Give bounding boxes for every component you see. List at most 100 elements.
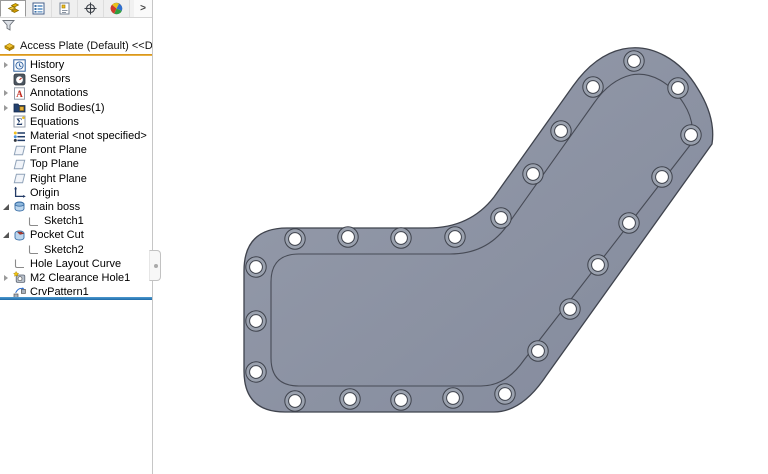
expand-arrow-icon[interactable]: [1, 58, 10, 72]
tree-item-sketch2[interactable]: Sketch2: [0, 242, 152, 256]
hole-bore[interactable]: [250, 315, 263, 328]
tree-item-label: Equations: [30, 116, 79, 128]
tree-item-equations[interactable]: Σ Equations: [0, 115, 152, 129]
propertymanager-tab-icon: [32, 2, 45, 15]
tab-displaymanager[interactable]: [104, 0, 130, 17]
tree-item-material[interactable]: Material <not specified>: [0, 129, 152, 143]
hole-bore[interactable]: [685, 129, 698, 142]
rollback-bar[interactable]: [0, 297, 152, 300]
tab-overflow-chevron[interactable]: >: [134, 0, 152, 17]
sketch-icon: [27, 243, 40, 256]
tree-item-m2-clearance-hole1[interactable]: M2 Clearance Hole1: [0, 271, 152, 285]
access-plate-model[interactable]: [244, 48, 713, 412]
hole-bore[interactable]: [395, 394, 408, 407]
hole-bore[interactable]: [395, 232, 408, 245]
hole-wizard-icon: [13, 271, 26, 284]
part-root-row[interactable]: Access Plate (Default) <<Default>_Displa: [0, 38, 152, 53]
tree-item-label: Material <not specified>: [30, 130, 147, 142]
displaymanager-tab-icon: [110, 2, 123, 15]
hole-bore[interactable]: [628, 55, 641, 68]
hole-bore[interactable]: [672, 82, 685, 95]
annotations-icon: A: [13, 87, 26, 100]
filter-funnel-icon[interactable]: [2, 19, 15, 32]
manager-tab-bar: >: [0, 0, 152, 18]
sketch-icon: [27, 215, 40, 228]
hole-bore[interactable]: [532, 345, 545, 358]
part-root-label: Access Plate (Default) <<Default>_Displa: [20, 40, 152, 52]
tree-item-label: Sketch2: [44, 244, 84, 256]
tree-item-label: Sensors: [30, 73, 70, 85]
hole-bore[interactable]: [592, 259, 605, 272]
hole-bore[interactable]: [449, 231, 462, 244]
hole-bore[interactable]: [250, 366, 263, 379]
expand-arrow-icon[interactable]: [1, 86, 10, 100]
tree-item-right-plane[interactable]: Right Plane: [0, 172, 152, 186]
hole-bore[interactable]: [289, 233, 302, 246]
hole-bore[interactable]: [447, 392, 460, 405]
tab-propertymanager[interactable]: [26, 0, 52, 17]
tree-item-label: Top Plane: [30, 158, 79, 170]
tree-item-label: History: [30, 59, 64, 71]
svg-text:A: A: [16, 89, 23, 99]
hole-bore[interactable]: [499, 388, 512, 401]
splitter-grip-dot: [154, 264, 158, 268]
tree-item-label: Annotations: [30, 87, 88, 99]
tree-item-label: main boss: [30, 201, 80, 213]
boss-icon: [13, 200, 26, 213]
expand-arrow-icon[interactable]: [1, 101, 10, 115]
origin-icon: [13, 186, 26, 199]
tab-configurationmanager[interactable]: [52, 0, 78, 17]
tree-item-main-boss[interactable]: main boss: [0, 200, 152, 214]
hole-bore[interactable]: [656, 171, 669, 184]
collapse-arrow-icon[interactable]: [1, 200, 10, 214]
tree-item-label: M2 Clearance Hole1: [30, 272, 130, 284]
plane-icon: [13, 172, 26, 185]
tree-item-top-plane[interactable]: Top Plane: [0, 157, 152, 171]
hole-bore[interactable]: [495, 212, 508, 225]
hole-bore[interactable]: [344, 393, 357, 406]
collapse-arrow-icon[interactable]: [1, 228, 10, 242]
sensors-icon: [13, 73, 26, 86]
hole-bore[interactable]: [555, 125, 568, 138]
tree-item-annotations[interactable]: A Annotations: [0, 86, 152, 100]
part-icon: [3, 39, 16, 52]
filter-row: [0, 18, 152, 33]
tree-item-label: Sketch1: [44, 215, 84, 227]
tree-item-front-plane[interactable]: Front Plane: [0, 143, 152, 157]
part-row-underline: [0, 54, 152, 56]
cut-icon: [13, 229, 26, 242]
tree-item-history[interactable]: History: [0, 58, 152, 72]
svg-text:Σ: Σ: [16, 118, 22, 128]
tab-dimxpertmanager[interactable]: [78, 0, 104, 17]
plate-outer-face[interactable]: [244, 48, 713, 412]
plane-icon: [13, 144, 26, 157]
hole-bore[interactable]: [342, 231, 355, 244]
tree-item-label: Pocket Cut: [30, 229, 84, 241]
tree-item-label: Right Plane: [30, 173, 87, 185]
tree-item-origin[interactable]: Origin: [0, 186, 152, 200]
sketch-icon: [13, 257, 26, 270]
material-icon: [13, 130, 26, 143]
dimxpertmanager-tab-icon: [84, 2, 97, 15]
hole-bore[interactable]: [587, 81, 600, 94]
tree-item-label: Front Plane: [30, 144, 87, 156]
tab-featuremanager-tree[interactable]: [0, 0, 26, 17]
tree-item-label: Hole Layout Curve: [30, 258, 121, 270]
hole-bore[interactable]: [527, 168, 540, 181]
history-icon: [13, 59, 26, 72]
featuremanager-tab-icon: [7, 2, 20, 15]
expand-arrow-icon[interactable]: [1, 271, 10, 285]
equations-icon: Σ: [13, 115, 26, 128]
panel-splitter-handle[interactable]: [149, 250, 161, 281]
tree-item-sketch1[interactable]: Sketch1: [0, 214, 152, 228]
tree-item-solid-bodies[interactable]: Solid Bodies(1): [0, 101, 152, 115]
tree-item-hole-layout-curve[interactable]: Hole Layout Curve: [0, 257, 152, 271]
tree-item-label: Solid Bodies(1): [30, 102, 105, 114]
tree-item-sensors[interactable]: Sensors: [0, 72, 152, 86]
tree-item-pocket-cut[interactable]: Pocket Cut: [0, 228, 152, 242]
hole-bore[interactable]: [623, 217, 636, 230]
hole-bore[interactable]: [250, 261, 263, 274]
hole-bore[interactable]: [564, 303, 577, 316]
hole-bore[interactable]: [289, 395, 302, 408]
plane-icon: [13, 158, 26, 171]
